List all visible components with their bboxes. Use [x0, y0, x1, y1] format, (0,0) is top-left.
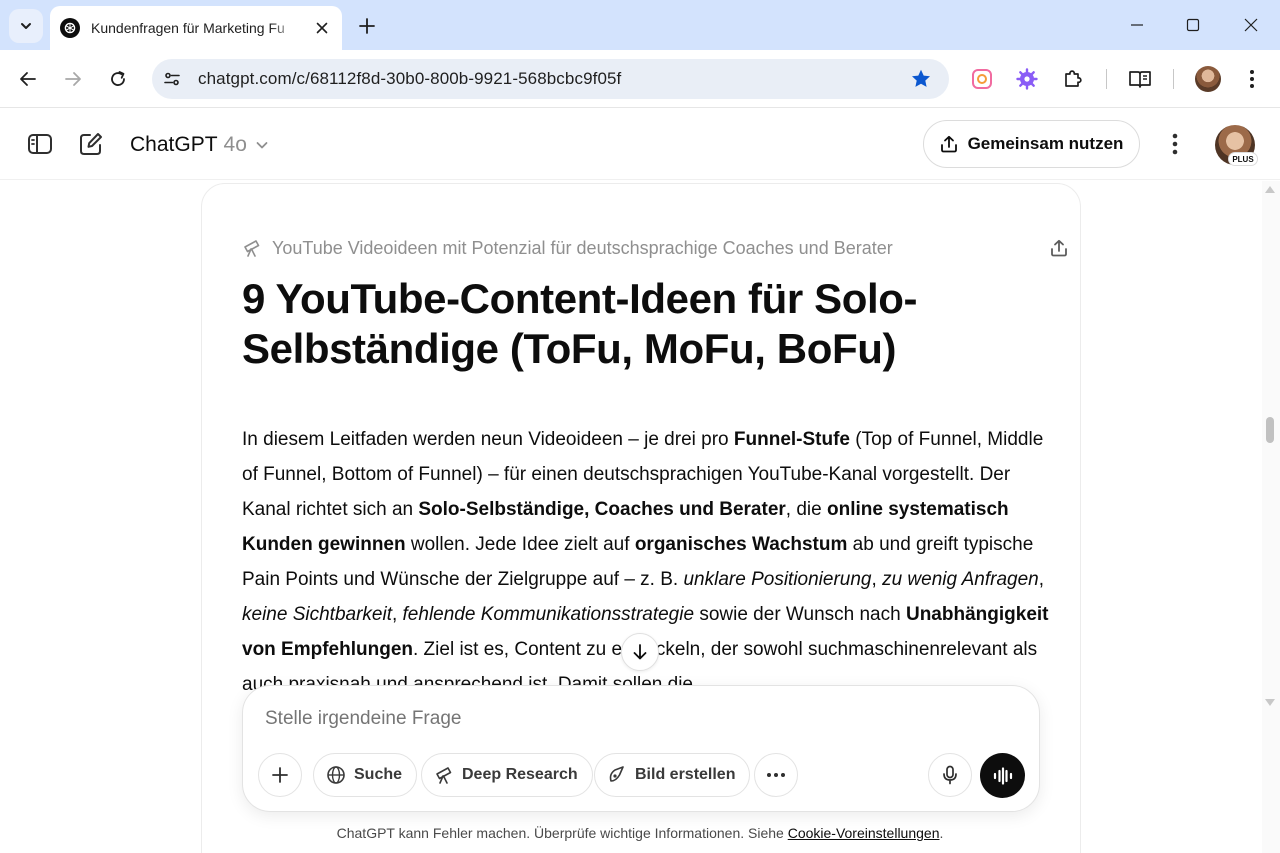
- body-text-run: Solo-Selbständige, Coaches und Berater: [418, 499, 786, 520]
- more-options-kebab-icon[interactable]: [1160, 128, 1190, 160]
- scroll-to-bottom-button[interactable]: [621, 633, 659, 671]
- back-arrow-icon[interactable]: [12, 63, 44, 95]
- footer-disclaimer: ChatGPT kann Fehler machen. Überprüfe wi…: [0, 825, 1280, 841]
- site-settings-icon[interactable]: [158, 65, 186, 93]
- gear-extension-icon[interactable]: [1014, 66, 1040, 92]
- close-window-icon[interactable]: [1222, 0, 1280, 50]
- scroll-up-arrow-icon[interactable]: [1264, 184, 1276, 194]
- deep-research-label: Deep Research: [462, 766, 578, 783]
- chatgpt-header: ChatGPT 4o Gemeinsam nutzen: [0, 108, 1280, 180]
- globe-icon: [327, 766, 345, 784]
- browser-menu-kebab-icon[interactable]: [1239, 66, 1265, 92]
- canvas-kicker-row: YouTube Videoideen mit Potenzial für deu…: [242, 236, 1067, 260]
- more-horizontal-icon: [767, 773, 785, 777]
- page-scrollbar[interactable]: [1262, 181, 1280, 853]
- body-text-run: In diesem Leitfaden werden neun Videoide…: [242, 429, 734, 450]
- tab-close-icon[interactable]: [312, 18, 332, 38]
- microphone-icon: [943, 765, 957, 785]
- dictate-button[interactable]: [928, 753, 972, 797]
- browser-tab-bar: Kundenfragen für Marketing Fu: [0, 0, 1280, 50]
- telescope-icon: [244, 240, 260, 257]
- share-button-label: Gemeinsam nutzen: [967, 134, 1124, 153]
- body-text-run: keine Sichtbarkeit: [242, 604, 392, 625]
- export-share-icon[interactable]: [1047, 236, 1071, 260]
- more-tools-button[interactable]: [754, 753, 798, 797]
- address-bar[interactable]: chatgpt.com/c/68112f8d-30b0-800b-9921-56…: [152, 59, 949, 99]
- tab-search-button[interactable]: [9, 9, 43, 43]
- create-image-label: Bild erstellen: [635, 766, 736, 783]
- cookie-settings-link[interactable]: Cookie-Voreinstellungen: [788, 825, 940, 841]
- disclaimer-end: .: [939, 825, 944, 841]
- telescope-icon: [436, 767, 452, 784]
- body-text-run: ,: [1038, 569, 1045, 590]
- new-tab-plus-icon[interactable]: [355, 14, 379, 38]
- browser-profile-avatar[interactable]: [1195, 66, 1221, 92]
- url-text: chatgpt.com/c/68112f8d-30b0-800b-9921-56…: [198, 69, 622, 88]
- document-title: 9 YouTube-Content-Ideen für Solo-Selbstä…: [242, 275, 918, 372]
- tab-title: Kundenfragen für Marketing Fu: [91, 20, 285, 36]
- body-text-run: zu wenig Anfragen: [882, 569, 1039, 590]
- plan-badge: PLUS: [1228, 152, 1258, 166]
- disclaimer-text: ChatGPT kann Fehler machen. Überprüfe wi…: [336, 825, 788, 841]
- body-text-run: fehlende Kommunikationsstrategie: [402, 604, 695, 625]
- create-image-button[interactable]: Bild erstellen: [594, 753, 751, 797]
- model-name: ChatGPT: [130, 133, 218, 156]
- body-text-run: ,: [871, 569, 883, 590]
- body-text-run: organisches Wachstum: [634, 534, 848, 555]
- model-version: 4o: [223, 133, 247, 156]
- plus-icon: [272, 767, 288, 783]
- maximize-window-icon[interactable]: [1164, 0, 1222, 50]
- scroll-down-arrow-icon[interactable]: [1264, 698, 1276, 708]
- forward-arrow-icon[interactable]: [57, 63, 89, 95]
- extensions-puzzle-icon[interactable]: [1060, 66, 1086, 92]
- prompt-input[interactable]: [265, 708, 1005, 730]
- minimize-window-icon[interactable]: [1108, 0, 1166, 50]
- browser-toolbar: chatgpt.com/c/68112f8d-30b0-800b-9921-56…: [0, 50, 1280, 108]
- attach-plus-button[interactable]: [258, 753, 302, 797]
- arrow-down-icon: [633, 644, 647, 660]
- new-chat-edit-icon[interactable]: [75, 128, 107, 160]
- prompt-composer: Suche Deep Research Bild erstellen: [242, 685, 1040, 812]
- canvas-kicker-text: YouTube Videoideen mit Potenzial für deu…: [272, 237, 893, 258]
- scrollbar-thumb[interactable]: [1266, 417, 1274, 443]
- search-tool-button[interactable]: Suche: [313, 753, 418, 797]
- reading-mode-book-icon[interactable]: [1127, 66, 1153, 92]
- body-text-run: sowie der Wunsch nach: [694, 604, 906, 625]
- deep-research-button[interactable]: Deep Research: [421, 753, 593, 797]
- body-text-run: , die: [785, 499, 827, 520]
- chevron-down-icon: [256, 142, 268, 149]
- body-text-run: unklare Positionierung: [683, 569, 872, 590]
- share-button[interactable]: Gemeinsam nutzen: [923, 120, 1140, 168]
- body-text-run: ,: [391, 604, 403, 625]
- toolbar-divider: [1106, 69, 1107, 89]
- sidebar-toggle-icon[interactable]: [24, 128, 56, 160]
- toolbar-divider: [1173, 69, 1174, 89]
- body-text-run: Funnel-Stufe: [733, 429, 850, 450]
- reload-icon[interactable]: [102, 63, 134, 95]
- body-text-run: wollen. Jede Idee zielt auf: [405, 534, 635, 555]
- chatgpt-logo-icon: [60, 18, 80, 38]
- browser-tab-active[interactable]: Kundenfragen für Marketing Fu: [50, 6, 342, 50]
- search-tool-label: Suche: [354, 766, 403, 783]
- model-selector[interactable]: ChatGPT 4o: [130, 130, 269, 160]
- chevron-down-icon: [21, 23, 31, 29]
- screenshot-extension-icon[interactable]: [969, 66, 995, 92]
- bookmark-star-icon[interactable]: [909, 67, 933, 91]
- image-brush-icon: [609, 766, 624, 782]
- share-upload-icon: [940, 135, 957, 153]
- voice-waveform-icon: [993, 766, 1012, 785]
- voice-mode-button[interactable]: [980, 753, 1025, 798]
